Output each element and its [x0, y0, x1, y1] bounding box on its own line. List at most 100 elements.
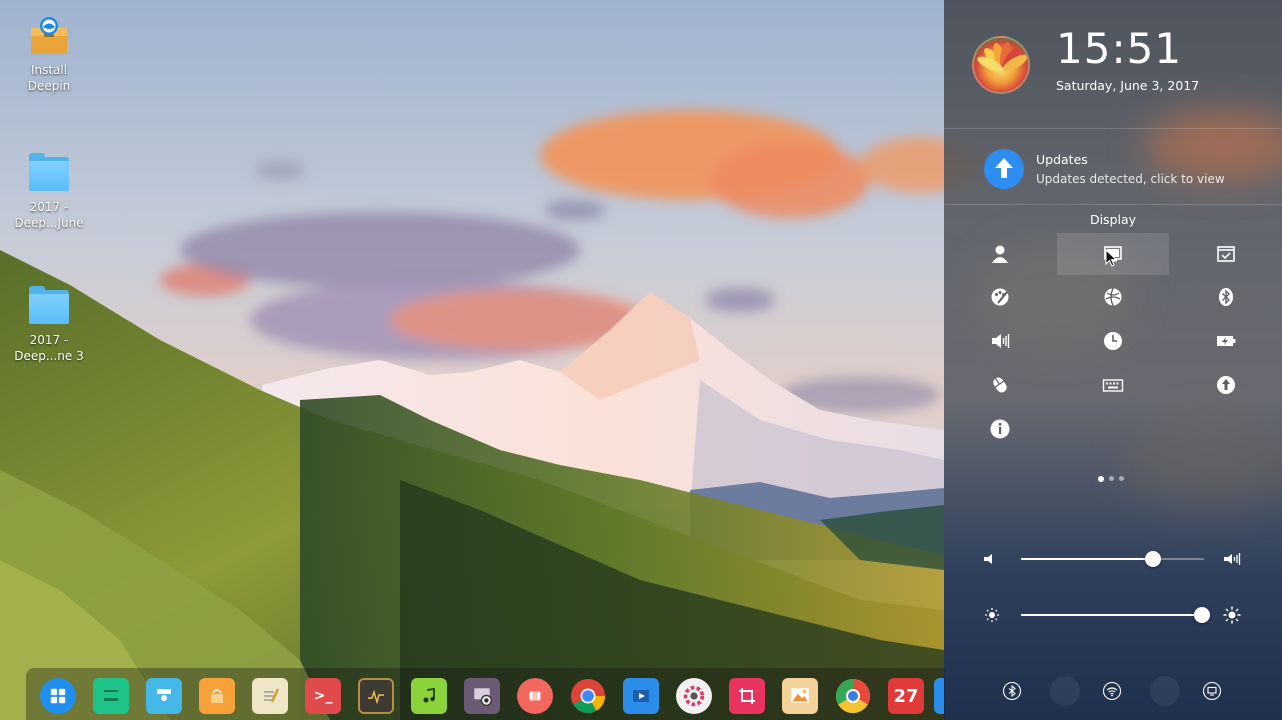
brightness-slider-handle[interactable]	[1194, 607, 1211, 623]
brightness-slider-fill	[1021, 614, 1203, 616]
info-icon	[990, 419, 1010, 439]
desktop-icon-label: Install Deepin	[27, 63, 71, 93]
settings-system-info[interactable]	[944, 408, 1056, 450]
clock-date: Saturday, June 3, 2017	[1056, 78, 1200, 93]
quick-toggle-display[interactable]	[1197, 676, 1227, 706]
desktop-icon-folder-june[interactable]: 2017 - Deep...June	[1, 151, 97, 231]
settings-personalization[interactable]	[944, 276, 1056, 318]
calendar-icon: 27	[888, 678, 924, 714]
launcher-icon	[40, 678, 76, 714]
settings-keyboard[interactable]	[1057, 364, 1169, 406]
notification-updates[interactable]: Updates Updates detected, click to view	[944, 138, 1282, 200]
update-arrow-icon	[984, 149, 1024, 189]
quick-toggle-blank-2[interactable]	[1150, 676, 1180, 706]
control-center: 15:51 Saturday, June 3, 2017 Updates Upd…	[944, 0, 1282, 720]
settings-accounts[interactable]	[944, 233, 1056, 275]
brightness-row	[944, 600, 1282, 630]
movie-icon	[623, 678, 659, 714]
dock-app-text-editor[interactable]	[252, 678, 288, 714]
install-deepin-icon	[27, 14, 71, 58]
dock-app-crop[interactable]	[729, 678, 765, 714]
notification-title: Updates	[1036, 152, 1088, 167]
settings-mouse[interactable]	[944, 364, 1056, 406]
dock-app-calendar[interactable]: 27	[888, 678, 924, 714]
image-viewer-icon	[782, 678, 818, 714]
settings-power[interactable]	[1170, 320, 1282, 362]
quick-toggle-blank-1[interactable]	[1050, 676, 1080, 706]
settings-icon	[676, 678, 712, 714]
network-icon	[1104, 288, 1122, 306]
divider	[944, 204, 1282, 205]
dock-app-browser[interactable]	[835, 678, 871, 714]
brightness-low-icon	[985, 608, 999, 622]
terminal-icon: >_	[313, 688, 333, 704]
bluetooth-icon	[1219, 288, 1233, 306]
display-quick-icon	[1202, 681, 1222, 701]
dock-app-image-viewer[interactable]	[782, 678, 818, 714]
settings-time[interactable]	[1057, 320, 1169, 362]
update-icon	[1217, 376, 1235, 394]
user-avatar[interactable]	[972, 36, 1030, 94]
wifi-quick-icon	[1102, 681, 1122, 701]
volume-slider-fill	[1021, 558, 1153, 560]
dock: >_ 27	[26, 668, 946, 720]
default-apps-icon	[1217, 246, 1235, 262]
chrome-icon	[570, 678, 606, 714]
dock-app-settings[interactable]	[676, 678, 712, 714]
desktop-icon-install-deepin[interactable]: Install Deepin	[1, 14, 97, 94]
settings-network[interactable]	[1057, 276, 1169, 318]
shopping-bag-icon	[199, 678, 235, 714]
settings-bluetooth[interactable]	[1170, 276, 1282, 318]
dock-app-screenshot[interactable]	[464, 678, 500, 714]
mouse-icon	[993, 377, 1007, 393]
settings-sound[interactable]	[944, 320, 1056, 362]
divider	[944, 128, 1282, 129]
quick-toggle-wifi[interactable]	[1097, 676, 1127, 706]
brightness-high-icon	[1223, 606, 1241, 624]
settings-grid-title: Display	[1089, 212, 1137, 227]
accounts-icon	[992, 245, 1008, 263]
dock-app-music[interactable]	[411, 678, 447, 714]
dock-app-terminal[interactable]: >_	[305, 678, 341, 714]
dock-app-system-monitor[interactable]	[358, 678, 394, 714]
volume-slider[interactable]	[1021, 551, 1204, 567]
dock-app-movie[interactable]	[623, 678, 659, 714]
mouse-cursor-icon	[1105, 249, 1118, 267]
brightness-slider[interactable]	[1021, 607, 1211, 623]
calendar-day: 27	[893, 685, 919, 707]
file-manager-icon	[93, 678, 129, 714]
settings-update[interactable]	[1170, 364, 1282, 406]
settings-default-apps[interactable]	[1170, 233, 1282, 275]
dock-app-launcher[interactable]	[40, 678, 76, 714]
quick-toggle-bluetooth[interactable]	[997, 676, 1027, 706]
page-indicator-2[interactable]	[1109, 476, 1114, 481]
crop-icon	[729, 678, 765, 714]
power-icon	[1217, 336, 1236, 346]
time-icon	[1104, 332, 1122, 350]
notepad-icon	[252, 678, 288, 714]
clock-time: 15:51	[1056, 24, 1183, 73]
app-store-icon	[146, 678, 182, 714]
recorder-icon	[517, 678, 553, 714]
volume-slider-handle[interactable]	[1144, 551, 1161, 567]
dock-app-file-manager[interactable]	[93, 678, 129, 714]
sound-icon	[992, 334, 1010, 348]
desktop-icon-folder-june-3[interactable]: 2017 - Deep...ne 3	[1, 284, 97, 364]
dock-app-store[interactable]	[146, 678, 182, 714]
desktop-icon-label: 2017 - Deep...June	[14, 200, 84, 230]
desktop-icon-label: 2017 - Deep...ne 3	[14, 333, 84, 363]
music-icon	[411, 678, 447, 714]
dock-app-screen-recorder[interactable]	[517, 678, 553, 714]
notification-description: Updates detected, click to view	[1036, 172, 1225, 186]
page-indicator-3[interactable]	[1119, 476, 1124, 481]
dock-app-chrome[interactable]	[570, 678, 606, 714]
dock-app-shopping[interactable]	[199, 678, 235, 714]
folder-icon	[27, 151, 71, 195]
folder-icon	[27, 284, 71, 328]
camera-icon	[464, 678, 500, 714]
bluetooth-quick-icon	[1002, 681, 1022, 701]
personalization-icon	[991, 288, 1009, 306]
volume-high-icon	[1224, 553, 1241, 565]
page-indicator-1[interactable]	[1098, 476, 1104, 482]
keyboard-icon	[1102, 379, 1124, 392]
